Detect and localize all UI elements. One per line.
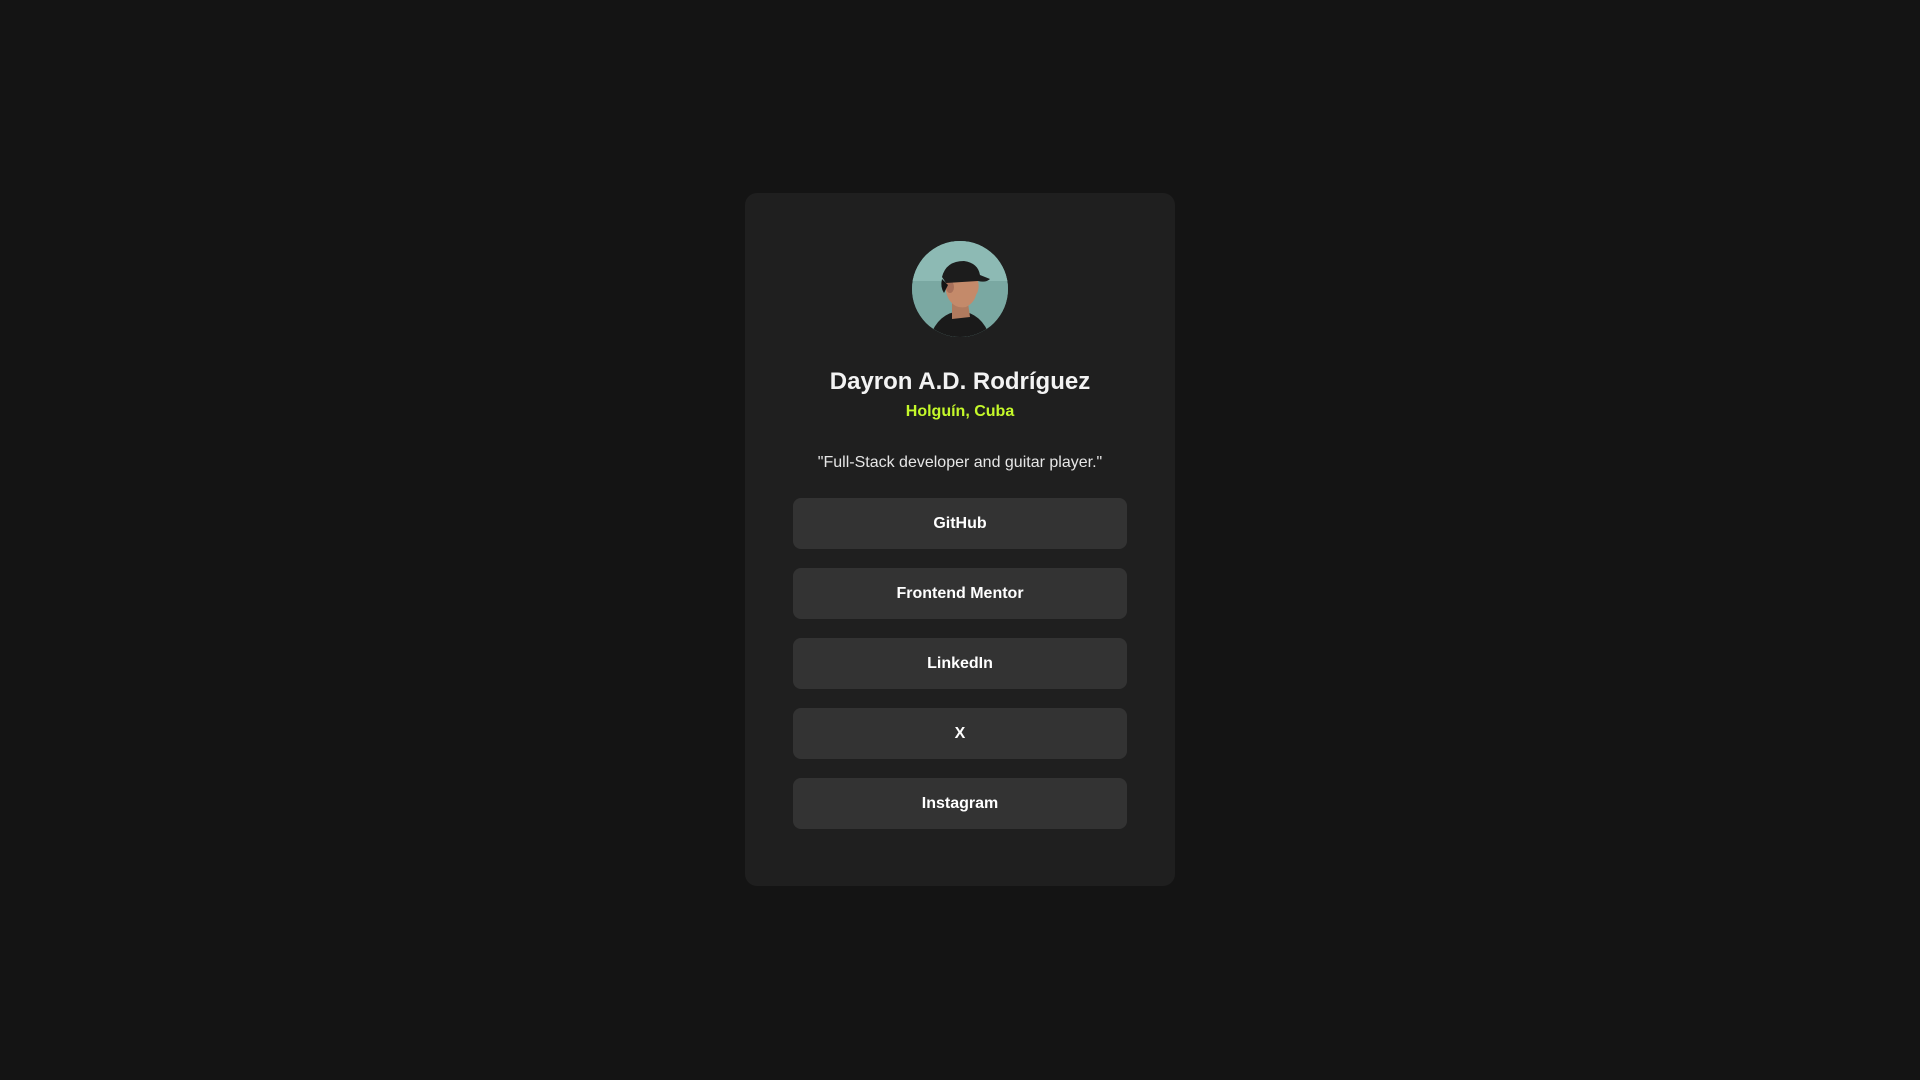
profile-bio: "Full-Stack developer and guitar player.… — [817, 454, 1103, 471]
profile-photo-icon — [912, 241, 1008, 337]
profile-location: Holguín, Cuba — [905, 403, 1015, 420]
linkedin-link-button[interactable]: LinkedIn — [793, 638, 1127, 689]
social-links: GitHub Frontend Mentor LinkedIn X Instag… — [793, 498, 1127, 829]
x-link-button[interactable]: X — [793, 708, 1127, 759]
instagram-link-button[interactable]: Instagram — [793, 778, 1127, 829]
avatar — [912, 241, 1008, 337]
profile-name: Dayron A.D. Rodríguez — [829, 368, 1091, 395]
profile-card: Dayron A.D. Rodríguez Holguín, Cuba "Ful… — [745, 193, 1175, 886]
frontend-mentor-link-button[interactable]: Frontend Mentor — [793, 568, 1127, 619]
github-link-button[interactable]: GitHub — [793, 498, 1127, 549]
